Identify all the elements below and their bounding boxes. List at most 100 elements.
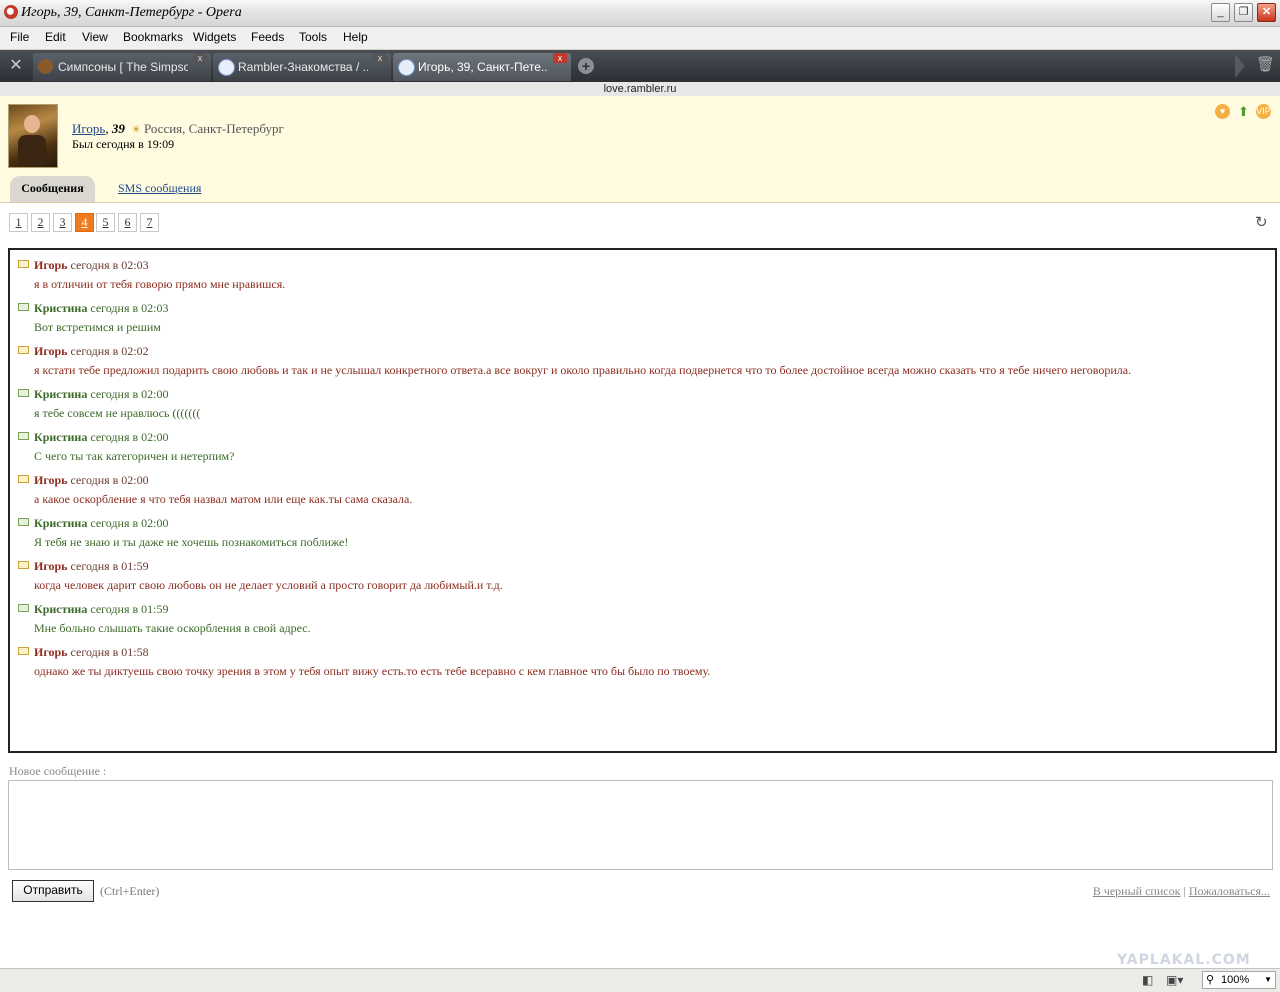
message-time: сегодня в 02:03 (90, 301, 169, 315)
menu-tools[interactable]: Tools (299, 30, 327, 44)
tab-close-icon[interactable]: x (373, 53, 387, 63)
magnifier-icon: ⚲ (1206, 974, 1215, 986)
avatar[interactable] (8, 104, 58, 168)
status-bar: ◧ ▣▾ ⚲ 100% ▼ (0, 968, 1280, 992)
profile-age: 39 (111, 121, 125, 136)
links-separator: | (1183, 884, 1186, 898)
menu-bookmarks[interactable]: Bookmarks (123, 30, 183, 44)
tab-simpsons[interactable]: Симпсоны [ The Simpso... x (33, 53, 211, 81)
restore-button[interactable]: ❐ (1234, 3, 1253, 22)
report-link[interactable]: Пожаловаться... (1189, 884, 1270, 898)
message-time: сегодня в 01:59 (70, 559, 149, 573)
message-time: сегодня в 02:00 (90, 387, 169, 401)
message-time: сегодня в 02:02 (70, 344, 149, 358)
tab-sms[interactable]: SMS сообщения (118, 176, 201, 202)
message-text: Вот встретимся и решим (34, 320, 161, 334)
envelope-icon (18, 389, 29, 397)
camera-icon[interactable]: ▣▾ (1166, 973, 1183, 987)
tab-igor-profile[interactable]: Игорь, 39, Санкт-Пете... x (393, 53, 571, 81)
menu-help[interactable]: Help (343, 30, 368, 44)
message-list: Игорь сегодня в 02:03 я в отличии от теб… (8, 248, 1277, 753)
message-header: Игорь сегодня в 01:58 (34, 645, 149, 660)
message-text: С чего ты так категоричен и нетерпим? (34, 449, 235, 463)
turbo-icon[interactable]: ◧ (1142, 973, 1153, 987)
envelope-icon (18, 475, 29, 483)
envelope-icon (18, 346, 29, 354)
refresh-icon[interactable]: ↻ (1255, 213, 1268, 231)
tab-bar: ✕ Симпсоны [ The Simpso... x Rambler-Зна… (0, 50, 1280, 82)
message-text: а какое оскорбление я что тебя назвал ма… (34, 492, 413, 506)
page-link-4-current[interactable]: 4 (75, 213, 94, 232)
last-seen: Был сегодня в 19:09 (72, 137, 175, 151)
message-author[interactable]: Кристина (34, 516, 87, 530)
message-text: я кстати тебе предложил подарить свою лю… (34, 363, 1132, 377)
window-title: Игорь, 39, Санкт-Петербург - Opera (21, 5, 242, 20)
address-strip: love.rambler.ru (0, 82, 1280, 97)
message-text: когда человек дарит свою любовь он не де… (34, 578, 503, 592)
menu-widgets[interactable]: Widgets (193, 30, 236, 44)
zodiac-icon: ☀ (131, 124, 141, 136)
page-content: Игорь, 39 ☀ Россия, Санкт-Петербург Был с… (0, 96, 1280, 968)
tab-close-icon[interactable]: x (553, 53, 567, 63)
message-author[interactable]: Игорь (34, 473, 68, 487)
heart-icon[interactable]: ♥ (1215, 104, 1230, 119)
message-text: я тебе совсем не нравлюсь ((((((( (34, 406, 201, 420)
page-link-3[interactable]: 3 (53, 213, 72, 232)
message-time: сегодня в 02:00 (70, 473, 149, 487)
message-text: однако же ты диктуешь свою точку зрения … (34, 664, 711, 678)
message-header: Кристина сегодня в 02:03 (34, 301, 168, 316)
minimize-button[interactable]: _ (1211, 3, 1230, 22)
message-time: сегодня в 02:03 (70, 258, 149, 272)
window-titlebar: Игорь, 39, Санкт-Петербург - Opera _ ❐ ✕ (0, 0, 1280, 27)
vip-icon[interactable]: VIP (1256, 104, 1271, 119)
message-author[interactable]: Кристина (34, 430, 87, 444)
upload-arrow-icon[interactable]: ⬆ (1236, 104, 1251, 119)
tab-label: Симпсоны [ The Simpso... (58, 60, 188, 74)
zoom-control[interactable]: ⚲ 100% ▼ (1202, 971, 1276, 989)
new-message-textarea[interactable] (8, 780, 1273, 870)
menu-feeds[interactable]: Feeds (251, 30, 284, 44)
watermark: YAPLAKAL.COM (1117, 952, 1251, 968)
tab-close-icon[interactable]: x (193, 53, 207, 63)
send-button[interactable]: Отправить (12, 880, 94, 902)
message-author[interactable]: Кристина (34, 602, 87, 616)
rambler-favicon-icon (398, 59, 415, 76)
tab-label: Rambler-Знакомства / ... (238, 60, 368, 74)
message-author[interactable]: Игорь (34, 344, 68, 358)
profile-location: Россия, Санкт-Петербург (143, 121, 284, 136)
envelope-icon (18, 561, 29, 569)
message-header: Игорь сегодня в 01:59 (34, 559, 149, 574)
menu-bar: File Edit View Bookmarks Widgets Feeds T… (0, 27, 1280, 49)
message-author[interactable]: Кристина (34, 301, 87, 315)
profile-header: Игорь, 39 ☀ Россия, Санкт-Петербург Был с… (0, 96, 1280, 203)
menu-file[interactable]: File (10, 30, 29, 44)
blacklist-link[interactable]: В черный список (1093, 884, 1181, 898)
profile-name-link[interactable]: Игорь (72, 121, 105, 136)
message-time: сегодня в 02:00 (90, 430, 169, 444)
page-link-7[interactable]: 7 (140, 213, 159, 232)
zoom-dropdown-icon[interactable]: ▼ (1264, 972, 1272, 988)
menu-view[interactable]: View (82, 30, 108, 44)
menu-edit[interactable]: Edit (45, 30, 66, 44)
profile-name-line: Игорь, 39 ☀ Россия, Санкт-Петербург (72, 121, 284, 137)
page-link-2[interactable]: 2 (31, 213, 50, 232)
message-time: сегодня в 01:59 (90, 602, 169, 616)
page-link-6[interactable]: 6 (118, 213, 137, 232)
page-link-5[interactable]: 5 (96, 213, 115, 232)
message-author[interactable]: Игорь (34, 258, 68, 272)
page-link-1[interactable]: 1 (9, 213, 28, 232)
message-header: Игорь сегодня в 02:00 (34, 473, 149, 488)
message-author[interactable]: Игорь (34, 645, 68, 659)
message-author[interactable]: Игорь (34, 559, 68, 573)
tab-label: Игорь, 39, Санкт-Пете... (418, 60, 548, 74)
new-tab-plus-icon[interactable]: + (578, 58, 594, 74)
close-window-button[interactable]: ✕ (1257, 3, 1276, 22)
panels-toggle-icon[interactable]: ✕ (6, 57, 26, 75)
tab-rambler-znakomstva[interactable]: Rambler-Знакомства / ... x (213, 53, 391, 81)
trash-icon[interactable]: 🗑 (1256, 55, 1275, 73)
avatar-body (18, 135, 46, 165)
message-author[interactable]: Кристина (34, 387, 87, 401)
message-header: Кристина сегодня в 01:59 (34, 602, 168, 617)
tab-messages[interactable]: Сообщения (10, 176, 95, 202)
message-header: Кристина сегодня в 02:00 (34, 430, 168, 445)
